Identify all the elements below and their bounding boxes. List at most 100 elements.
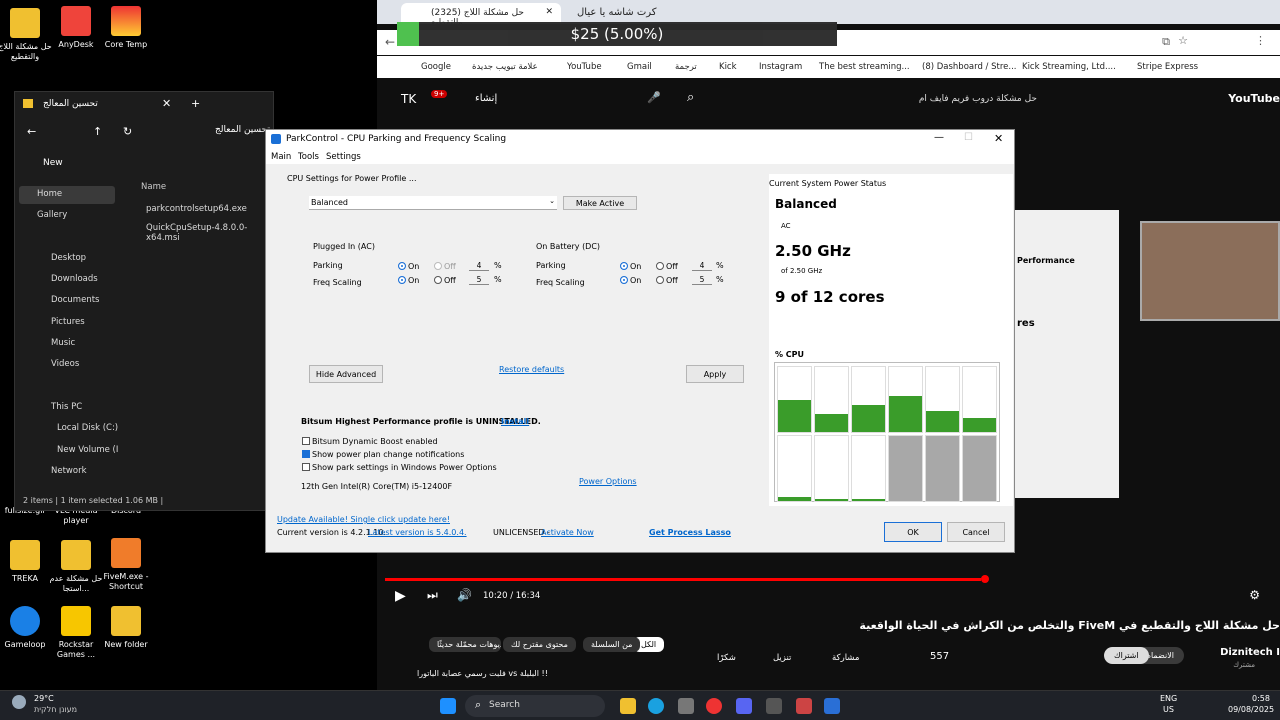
create-button[interactable]: إنشاء	[475, 93, 497, 104]
refresh-icon[interactable]: ↻	[123, 125, 132, 138]
dynamic-boost-checkbox[interactable]	[302, 437, 310, 445]
app2-icon[interactable]	[796, 698, 812, 714]
nav-gallery[interactable]: Gallery	[37, 210, 67, 220]
bookmark-newtab[interactable]: علامة تبويب جديدة	[472, 62, 538, 72]
ac-freq-off-radio[interactable]	[434, 276, 442, 284]
power-options-link[interactable]: Power Options	[579, 477, 637, 486]
update-link[interactable]: Update Available! Single click update he…	[277, 515, 450, 524]
chip-suggested[interactable]: محتوى مقترح لك	[503, 637, 576, 652]
mic-icon[interactable]: 🎤	[647, 91, 661, 104]
bookmark-translate[interactable]: ترجمة	[675, 62, 697, 72]
ac-freq-value[interactable]: 5	[469, 275, 489, 285]
ac-parking-on-radio[interactable]	[398, 262, 406, 270]
discord-icon[interactable]	[736, 698, 752, 714]
dc-freq-on-radio[interactable]	[620, 276, 628, 284]
parkcontrol-taskbar-icon[interactable]	[824, 698, 840, 714]
bookmark-instagram[interactable]: Instagram	[759, 62, 802, 72]
ac-parking-value[interactable]: 4	[469, 261, 489, 271]
avatar[interactable]: TK	[401, 92, 416, 106]
restore-defaults-link[interactable]: Restore defaults	[499, 365, 564, 374]
bookmark-kick-streaming[interactable]: Kick Streaming, Ltd....	[1022, 62, 1116, 72]
make-active-button[interactable]: Make Active	[563, 196, 637, 210]
notifications-checkbox[interactable]	[302, 450, 310, 458]
nav-downloads[interactable]: Downloads	[51, 274, 98, 284]
taskbar-search[interactable]: ⌕ Search	[465, 695, 605, 717]
bookmark-dashboard[interactable]: (8) Dashboard / Stre...	[922, 62, 1017, 72]
nav-music[interactable]: Music	[51, 338, 75, 348]
ac-freq-on-radio[interactable]	[398, 276, 406, 284]
dc-parking-value[interactable]: 4	[692, 261, 712, 271]
file-row-parkcontrol[interactable]: parkcontrolsetup64.exe	[146, 204, 247, 214]
cancel-button[interactable]: Cancel	[947, 522, 1005, 542]
back-arrow-icon[interactable]: ←	[385, 35, 395, 49]
nav-pictures[interactable]: Pictures	[51, 317, 85, 327]
dc-freq-value[interactable]: 5	[692, 275, 712, 285]
new-button[interactable]: New	[43, 158, 63, 168]
bookmark-gmail[interactable]: Gmail	[627, 62, 652, 72]
chip-recent[interactable]: فيديوهات محمّلة حديثًا	[429, 637, 501, 652]
next-icon[interactable]: ⏭	[427, 588, 438, 603]
subscribe-button[interactable]: اشتراك	[1104, 647, 1149, 664]
minimize-icon[interactable]: —	[934, 132, 944, 143]
back-arrow-icon[interactable]: ←	[27, 125, 36, 138]
nav-home[interactable]: Home	[37, 189, 62, 199]
latest-version-link[interactable]: Latest version is 5.4.0.4.	[368, 528, 467, 537]
install-link[interactable]: Install	[501, 417, 529, 426]
thanks-button[interactable]: شكرًا	[717, 653, 736, 663]
app-icon[interactable]	[766, 698, 782, 714]
menu-main[interactable]: Main	[271, 152, 291, 162]
tab-second[interactable]: كرت شاشه يا عيال	[567, 3, 687, 24]
bookmark-kick[interactable]: Kick	[719, 62, 737, 72]
dc-parking-on-radio[interactable]	[620, 262, 628, 270]
progress-scrubber[interactable]	[981, 575, 989, 583]
file-explorer-icon[interactable]	[620, 698, 636, 714]
language-indicator[interactable]: ENG	[1160, 694, 1177, 703]
bookmark-streaming[interactable]: The best streaming...	[819, 62, 910, 72]
window-titlebar[interactable]: ParkControl - CPU Parking and Frequency …	[266, 130, 1014, 150]
menu-icon[interactable]: ⋮	[1255, 34, 1266, 47]
activate-link[interactable]: Activate Now	[541, 528, 594, 537]
related-video-title[interactable]: فلبت رسمي عصابة الباتورا vs البلبلة !!	[417, 669, 548, 678]
menu-settings[interactable]: Settings	[326, 152, 361, 162]
download-button[interactable]: تنزيل	[773, 653, 791, 663]
column-name[interactable]: Name	[141, 182, 166, 192]
chip-series[interactable]: من السلسلة	[583, 637, 641, 652]
weather-temp[interactable]: 29°C	[34, 694, 54, 703]
nav-videos[interactable]: Videos	[51, 359, 79, 369]
desktop-icon-fivem[interactable]: FiveM.exe - Shortcut	[94, 538, 158, 592]
nav-this-pc[interactable]: This PC	[51, 402, 82, 412]
tab-youtube[interactable]: (2325) حل مشكلة اللاج والتقطيع✕	[401, 3, 561, 28]
apply-button[interactable]: Apply	[686, 365, 744, 383]
bookmark-google[interactable]: Google	[421, 62, 451, 72]
nav-documents[interactable]: Documents	[51, 295, 99, 305]
store-icon[interactable]	[678, 698, 694, 714]
up-arrow-icon[interactable]: ↑	[93, 125, 102, 138]
star-icon[interactable]: ☆	[1178, 34, 1188, 47]
start-icon[interactable]	[440, 698, 456, 714]
search-input[interactable]: حل مشكلة دروب فريم فايف ام	[737, 88, 1037, 112]
menu-tools[interactable]: Tools	[298, 152, 319, 162]
file-row-quickcpu[interactable]: QuickCpuSetup-4.8.0.0-x64.msi	[146, 223, 273, 243]
volume-icon[interactable]: 🔊	[457, 588, 472, 602]
dc-parking-off-radio[interactable]	[656, 262, 664, 270]
desktop-icon-coretemp[interactable]: Core Temp	[94, 6, 158, 50]
profile-dropdown[interactable]: Balanced ⌄	[309, 196, 557, 210]
nav-local-disk[interactable]: Local Disk (C:)	[57, 423, 118, 433]
search-icon[interactable]: ⌕	[687, 90, 694, 105]
new-tab-icon[interactable]: +	[191, 97, 200, 110]
bookmark-youtube[interactable]: YouTube	[567, 62, 602, 72]
play-icon[interactable]: ▶	[395, 588, 406, 604]
edge-icon[interactable]	[648, 698, 664, 714]
settings-gear-icon[interactable]: ⚙	[1249, 588, 1260, 602]
chrome-icon[interactable]	[706, 698, 722, 714]
close-icon[interactable]: ✕	[994, 132, 1003, 145]
nav-network[interactable]: Network	[51, 466, 87, 476]
share-icon[interactable]: ⧉	[1162, 35, 1170, 49]
nav-new-volume[interactable]: New Volume (I	[57, 445, 118, 455]
like-count[interactable]: 557	[930, 651, 949, 662]
process-lasso-link[interactable]: Get Process Lasso	[649, 528, 731, 537]
channel-name[interactable]: Diznitech I	[1220, 647, 1280, 658]
youtube-logo[interactable]: YouTube	[1228, 92, 1280, 105]
nav-desktop[interactable]: Desktop	[51, 253, 86, 263]
ok-button[interactable]: OK	[884, 522, 942, 542]
